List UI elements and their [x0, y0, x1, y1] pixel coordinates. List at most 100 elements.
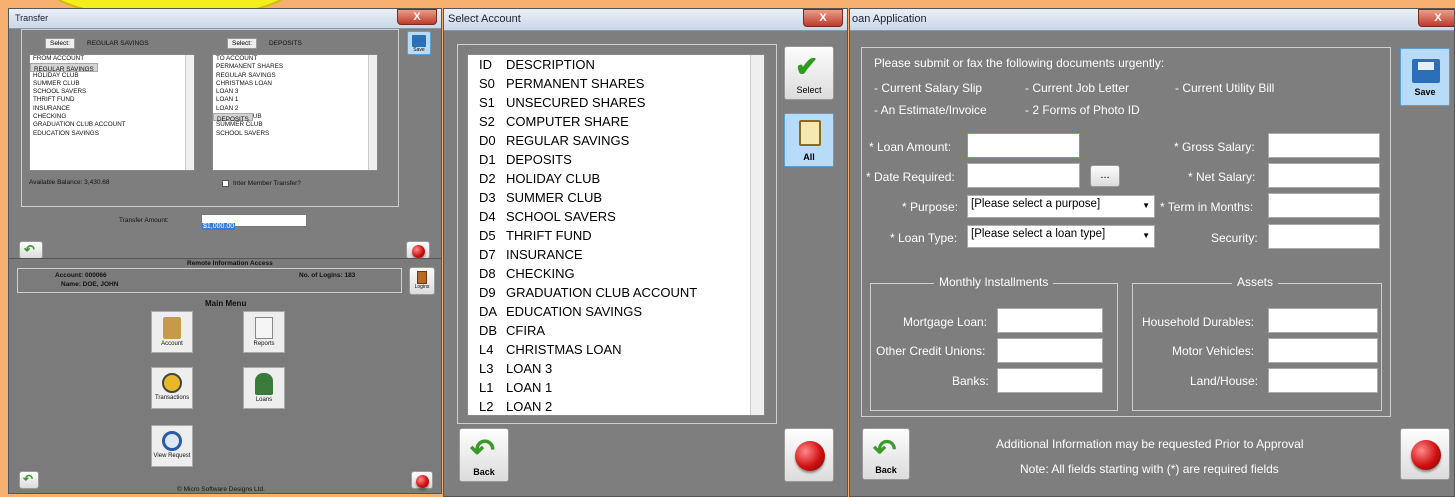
save-button[interactable]: Save [1400, 48, 1450, 106]
back-button[interactable]: ↶ [19, 241, 43, 259]
table-row[interactable]: D5 THRIFT FUND [468, 226, 764, 245]
security-label: Security: [1211, 231, 1258, 245]
table-row[interactable]: S2 COMPUTER SHARE [468, 112, 764, 131]
row-description: CFIRA [506, 323, 545, 338]
row-id: D5 [479, 228, 496, 243]
scrollbar[interactable] [368, 55, 377, 170]
date-picker-button[interactable]: ... [1090, 165, 1120, 187]
exit-button[interactable] [406, 241, 430, 259]
exit-button[interactable] [411, 471, 433, 489]
table-row[interactable]: D4 SCHOOL SAVERS [468, 207, 764, 226]
motor-vehicles-input[interactable] [1268, 338, 1378, 363]
row-description: SCHOOL SAVERS [506, 209, 616, 224]
table-row[interactable]: L2 LOAN 2 [468, 397, 764, 415]
to-select-button[interactable]: Select: [227, 38, 257, 49]
doc-photo-id: - 2 Forms of Photo ID [1025, 103, 1140, 117]
table-row[interactable]: L4 CHRISTMAS LOAN [468, 340, 764, 359]
row-id: D2 [479, 171, 496, 186]
term-input[interactable] [1268, 193, 1380, 218]
back-button[interactable]: ↶ Back [862, 428, 910, 480]
purpose-select[interactable]: [Please select a purpose] ▼ [967, 195, 1155, 218]
documents-intro: Please submit or fax the following docum… [874, 56, 1165, 70]
loan-type-select[interactable]: [Please select a loan type] ▼ [967, 225, 1155, 248]
banks-input[interactable] [997, 368, 1103, 393]
to-account-list[interactable]: TO ACCOUNT PERMANENT SHARES REGULAR SAVING… [212, 54, 378, 171]
banks-label: Banks: [952, 374, 989, 388]
list-item[interactable]: SCHOOL SAVERS [213, 130, 377, 138]
list-item[interactable]: THRIFT FUND [30, 96, 194, 104]
list-item[interactable]: PERMANENT SHARES [213, 63, 377, 71]
list-item[interactable]: TO ACCOUNT [213, 55, 377, 63]
table-row[interactable]: D1 DEPOSITS [468, 150, 764, 169]
transactions-menu-button[interactable]: Transactions [151, 367, 193, 409]
close-button[interactable]: X [397, 9, 437, 25]
list-item[interactable]: LOAN 2 [213, 105, 377, 113]
select-button[interactable]: ✔ Select [784, 46, 834, 100]
list-item[interactable]: LOAN 3 [213, 88, 377, 96]
table-row[interactable]: D2 HOLIDAY CLUB [468, 169, 764, 188]
table-row[interactable]: D0 REGULAR SAVINGS [468, 131, 764, 150]
net-salary-input[interactable] [1268, 163, 1380, 188]
list-item[interactable]: REGULAR SAVINGS [213, 72, 377, 80]
household-input[interactable] [1268, 308, 1378, 333]
table-row[interactable]: DB CFIRA [468, 321, 764, 340]
close-button[interactable]: X [1418, 9, 1454, 27]
table-row[interactable]: L1 LOAN 1 [468, 378, 764, 397]
scrollbar[interactable] [750, 55, 764, 415]
table-row[interactable]: L3 LOAN 3 [468, 359, 764, 378]
list-item[interactable]: CHECKING [30, 113, 194, 121]
window-title: Select Account [444, 9, 847, 31]
loan-amount-input[interactable] [967, 133, 1080, 158]
from-select-button[interactable]: Select: [45, 38, 75, 49]
account-menu-button[interactable]: Account [151, 311, 193, 353]
mortgage-input[interactable] [997, 308, 1103, 333]
list-item[interactable]: INSURANCE [30, 105, 194, 113]
list-item[interactable]: LOAN 1 [213, 96, 377, 104]
exit-button[interactable] [1400, 428, 1450, 480]
table-row[interactable]: S0 PERMANENT SHARES [468, 74, 764, 93]
save-button[interactable]: Save [407, 31, 431, 55]
table-row[interactable]: D3 SUMMER CLUB [468, 188, 764, 207]
account-table[interactable]: ID DESCRIPTION S0 PERMANENT SHARES S1 UNSECU… [467, 54, 765, 416]
back-button[interactable]: ↶ Back [459, 428, 509, 482]
red-stop-icon [1411, 440, 1441, 470]
row-description: UNSECURED SHARES [506, 95, 646, 110]
scrollbar[interactable] [185, 55, 194, 170]
logins-button[interactable]: Logins [409, 267, 435, 295]
inter-member-checkbox[interactable] [222, 180, 229, 187]
list-item[interactable]: EDUCATION SAVINGS [30, 130, 194, 138]
list-item[interactable]: DEPOSITS [213, 113, 253, 123]
transfer-amount-input[interactable]: $1,000.00 [201, 214, 307, 230]
table-row[interactable]: D9 GRADUATION CLUB ACCOUNT [468, 283, 764, 302]
land-house-input[interactable] [1268, 368, 1378, 393]
loans-menu-button[interactable]: Loans [243, 367, 285, 409]
table-row[interactable]: D8 CHECKING [468, 264, 764, 283]
transfer-amount-value: $1,000.00 [202, 223, 236, 230]
list-item[interactable]: SUMMER CLUB [30, 80, 194, 88]
all-button[interactable]: All [784, 113, 834, 167]
gross-salary-input[interactable] [1268, 133, 1380, 158]
list-item[interactable]: FROM ACCOUNT [30, 55, 194, 63]
transactions-icon [162, 373, 182, 393]
reports-icon [255, 317, 273, 339]
close-button[interactable]: X [803, 9, 843, 27]
magnifier-icon [162, 431, 182, 451]
back-button[interactable]: ↶ [19, 471, 39, 489]
from-account-list[interactable]: FROM ACCOUNTREGULAR SAVINGSDEPOSITSHOLID… [29, 54, 195, 171]
row-description: LOAN 3 [506, 361, 553, 376]
list-item[interactable]: REGULAR SAVINGS [30, 63, 98, 73]
list-item[interactable]: GRADUATION CLUB ACCOUNT [30, 121, 194, 129]
main-menu-title: Main Menu [205, 299, 247, 308]
reports-menu-button[interactable]: Reports [243, 311, 285, 353]
back-arrow-icon: ↶ [873, 434, 897, 465]
date-required-input[interactable] [967, 163, 1080, 188]
other-credit-unions-input[interactable] [997, 338, 1103, 363]
list-item[interactable]: CHRISTMAS LOAN [213, 80, 377, 88]
table-row[interactable]: DA EDUCATION SAVINGS [468, 302, 764, 321]
exit-button[interactable] [784, 428, 834, 482]
list-item[interactable]: SCHOOL SAVERS [30, 88, 194, 96]
table-row[interactable]: S1 UNSECURED SHARES [468, 93, 764, 112]
view-request-menu-button[interactable]: View Request [151, 425, 193, 467]
table-row[interactable]: D7 INSURANCE [468, 245, 764, 264]
security-input[interactable] [1268, 224, 1380, 249]
